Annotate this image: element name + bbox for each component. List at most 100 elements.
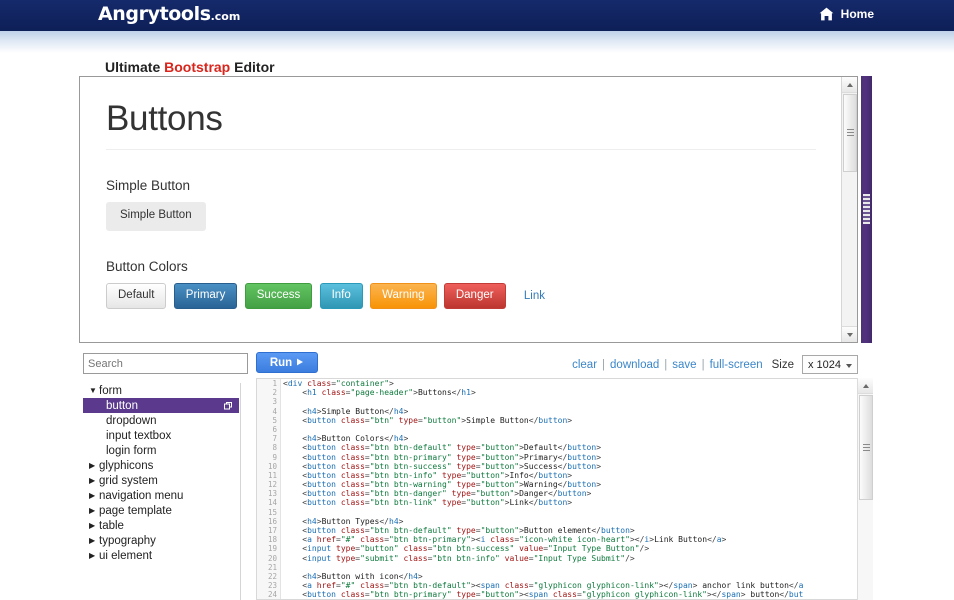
size-label: Size xyxy=(771,358,794,371)
sidebar-group-label: grid system xyxy=(99,474,158,487)
preview-heading: Buttons xyxy=(106,99,816,150)
run-button[interactable]: Run xyxy=(256,352,318,373)
sidebar-group-label: typography xyxy=(99,534,156,547)
clear-link[interactable]: clear xyxy=(572,359,597,371)
preview-scroll-down-button[interactable] xyxy=(842,326,857,342)
preview-button-link[interactable]: Link xyxy=(513,284,556,308)
sidebar-group-label: navigation menu xyxy=(99,489,184,502)
sidebar-group-ui-element[interactable]: ▶ ui element xyxy=(83,548,240,563)
sidebar-item-input-textbox[interactable]: input textbox xyxy=(83,428,240,443)
code-line: <input type="submit" class="btn btn-info… xyxy=(302,553,635,563)
code-line: <a href="#" class="btn btn-default"><spa… xyxy=(302,581,804,591)
line-number: 15 xyxy=(267,507,277,517)
preview-scroll-thumb[interactable] xyxy=(843,94,857,172)
caret-right-icon: ▶ xyxy=(89,520,96,530)
code-line: <h4>Button Types</h4> xyxy=(302,516,404,526)
top-navigation-bar: Angrytools.com Home xyxy=(0,0,954,31)
preview-button-success[interactable]: Success xyxy=(244,282,313,309)
editor-scroll-up-button[interactable] xyxy=(858,378,873,394)
sidebar-group-grid-system[interactable]: ▶ grid system xyxy=(83,473,240,488)
save-link[interactable]: save xyxy=(672,359,696,371)
preview-section-heading-simple: Simple Button xyxy=(106,178,191,193)
line-number: 7 xyxy=(272,434,277,444)
sidebar-item-login-form[interactable]: login form xyxy=(83,443,240,458)
line-number: 21 xyxy=(267,562,277,572)
sidebar-item-label: input textbox xyxy=(106,429,172,442)
line-number: 4 xyxy=(272,406,277,416)
editor-code-area[interactable]: <div class="container"> <h1 class="page-… xyxy=(283,379,873,599)
editor-toolbar-links: clear | download | save | full-screen Si… xyxy=(572,355,858,374)
editor-scroll-thumb[interactable] xyxy=(859,395,873,500)
code-line: <h1 class="page-header">Buttons</h1> xyxy=(302,388,476,398)
sidebar-group-page-template[interactable]: ▶ page template xyxy=(83,503,240,518)
preview-button-simple[interactable]: Simple Button xyxy=(106,202,206,231)
link-separator-1: | xyxy=(602,358,606,371)
line-number: 14 xyxy=(267,498,277,508)
caret-down-icon: ▼ xyxy=(89,385,97,395)
caret-right-icon: ▶ xyxy=(89,475,96,485)
caret-down-icon xyxy=(846,332,853,337)
sidebar-group-label: form xyxy=(99,384,122,397)
search-input[interactable] xyxy=(83,353,248,374)
page-title: Ultimate Bootstrap Editor xyxy=(105,59,275,75)
full-screen-link[interactable]: full-screen xyxy=(710,359,763,371)
line-number: 2 xyxy=(272,388,277,398)
line-number: 3 xyxy=(272,397,277,407)
page-title-highlight: Bootstrap xyxy=(164,59,231,75)
size-select[interactable]: x 1024 xyxy=(802,355,858,374)
home-link[interactable]: Home xyxy=(819,7,874,21)
code-editor[interactable]: 1 2 3 4 5 6 7 8 9 10 11 12 13 14 15 16 17 18 19 20 21 22 23 24 … xyxy=(256,378,873,600)
code-line: <button class="btn btn-success" type="bu… xyxy=(302,461,602,471)
preview-button-info[interactable]: Info xyxy=(319,282,363,309)
sidebar-item-dropdown[interactable]: dropdown xyxy=(83,413,240,428)
home-label: Home xyxy=(840,7,874,21)
sidebar-group-typography[interactable]: ▶ typography xyxy=(83,533,240,548)
external-window-icon[interactable] xyxy=(224,401,232,410)
code-line: <button class="btn btn-default" type="bu… xyxy=(302,443,602,453)
header-gradient-fade xyxy=(0,31,954,53)
preview-scrollbar[interactable] xyxy=(841,77,857,342)
line-number: 13 xyxy=(267,489,277,499)
sidebar-group-navigation-menu[interactable]: ▶ navigation menu xyxy=(83,488,240,503)
play-icon xyxy=(296,357,304,369)
sidebar-group-table[interactable]: ▶ table xyxy=(83,518,240,533)
editor-scrollbar[interactable] xyxy=(857,378,873,600)
line-number: 18 xyxy=(267,535,277,545)
page-title-prefix: Ultimate xyxy=(105,59,165,75)
preview-resize-handle[interactable] xyxy=(861,76,872,343)
size-select-value: x 1024 xyxy=(808,358,842,371)
code-line: <button class="btn btn-primary" type="bu… xyxy=(302,452,602,462)
caret-right-icon: ▶ xyxy=(89,460,96,470)
scroll-thumb-grip xyxy=(863,444,870,451)
preview-button-danger[interactable]: Danger xyxy=(443,282,506,309)
sidebar-group-form[interactable]: ▼ form xyxy=(83,383,240,398)
preview-button-default[interactable]: Default xyxy=(106,282,167,309)
site-logo[interactable]: Angrytools.com xyxy=(98,3,240,25)
code-line: <button class="btn btn-danger" type="but… xyxy=(302,489,592,499)
line-number: 23 xyxy=(267,581,277,591)
sidebar-item-button[interactable]: button xyxy=(83,398,239,413)
download-link[interactable]: download xyxy=(610,359,659,371)
preview-button-warning[interactable]: Warning xyxy=(370,282,437,309)
line-number: 24 xyxy=(267,590,277,600)
caret-right-icon: ▶ xyxy=(89,550,96,560)
code-line: <button class="btn" type="button">Simple… xyxy=(302,415,573,425)
code-line: <h4>Simple Button</h4> xyxy=(302,406,409,416)
line-number: 20 xyxy=(267,553,277,563)
code-line: <button class="btn btn-warning" type="bu… xyxy=(302,480,602,490)
line-number: 8 xyxy=(272,443,277,453)
preview-scroll-up-button[interactable] xyxy=(842,77,857,93)
preview-button-primary[interactable]: Primary xyxy=(173,282,238,309)
code-line: <h4>Button with icon</h4> xyxy=(302,571,423,581)
sidebar-group-label: page template xyxy=(99,504,172,517)
preview-panel[interactable]: Buttons Simple Button Simple Button Butt… xyxy=(79,76,858,343)
line-number: 17 xyxy=(267,526,277,535)
preview-button-row-simple: Simple Button xyxy=(106,202,816,231)
line-number: 5 xyxy=(272,415,277,425)
sidebar-group-glyphicons[interactable]: ▶ glyphicons xyxy=(83,458,240,473)
caret-up-icon xyxy=(846,82,853,87)
caret-right-icon: ▶ xyxy=(89,535,96,545)
caret-right-icon: ▶ xyxy=(89,505,96,515)
